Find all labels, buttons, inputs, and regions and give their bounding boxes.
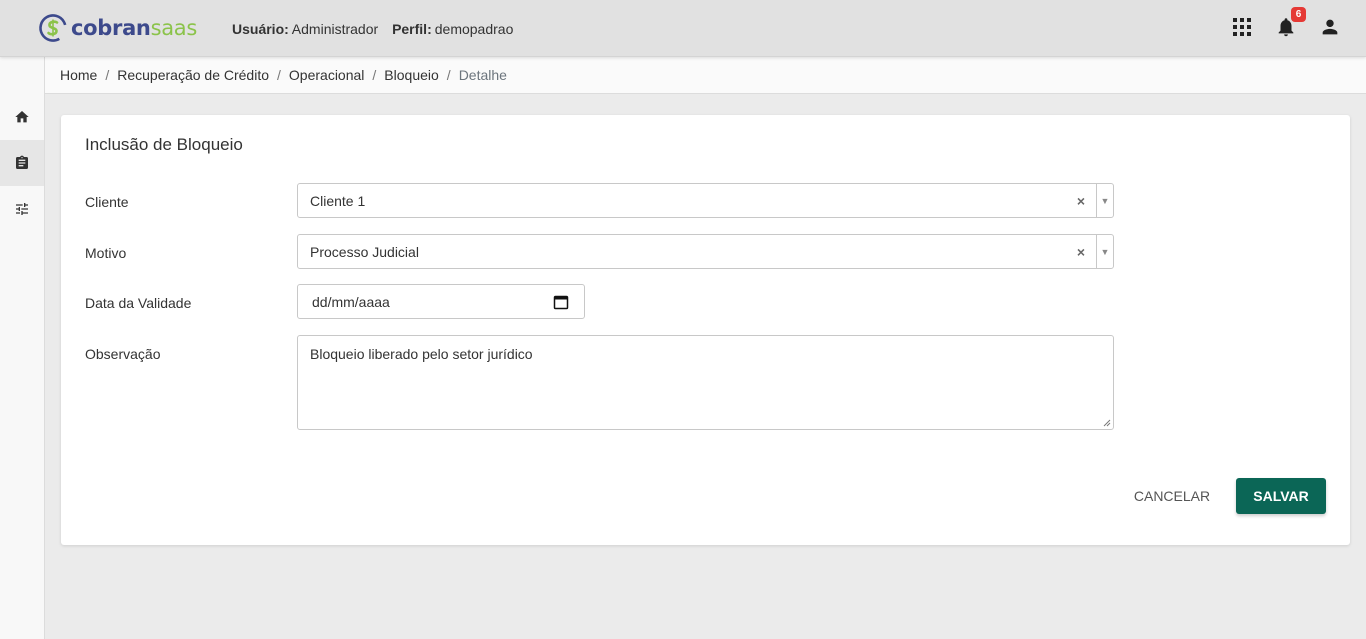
- apps-grid-button[interactable]: [1230, 15, 1254, 39]
- notifications-button[interactable]: 6: [1274, 7, 1306, 39]
- cancel-button[interactable]: CANCELAR: [1129, 478, 1215, 514]
- breadcrumb: Home / Recuperação de Crédito / Operacio…: [45, 57, 1366, 94]
- motivo-dropdown-arrow-icon[interactable]: ▼: [1097, 247, 1113, 257]
- save-button[interactable]: SALVAR: [1236, 478, 1326, 514]
- sidebar: [0, 57, 45, 639]
- profile-value: demopadrao: [434, 21, 514, 37]
- user-info: Usuário: Administrador Perfil: demopadrao: [232, 21, 523, 37]
- settings-sliders-icon: [16, 203, 28, 215]
- cobransaas-logo-mark-icon: [39, 14, 67, 42]
- cliente-select-value: Cliente 1: [310, 192, 366, 209]
- user-account-icon: [1322, 19, 1338, 35]
- sidebar-item-settings[interactable]: [0, 186, 44, 232]
- breadcrumb-separator: /: [277, 67, 281, 83]
- observacao-textarea[interactable]: Bloqueio liberado pelo setor jurídico: [297, 335, 1114, 430]
- cliente-label: Cliente: [85, 194, 129, 210]
- cliente-dropdown-arrow-icon[interactable]: ▼: [1097, 196, 1113, 206]
- motivo-select-value: Processo Judicial: [310, 243, 419, 260]
- form-card: Inclusão de Bloqueio Cliente Cliente 1 ×…: [61, 115, 1350, 545]
- observacao-text: Bloqueio liberado pelo setor jurídico: [310, 346, 533, 362]
- home-icon: [15, 111, 29, 123]
- user-label: Usuário:: [232, 21, 289, 37]
- calendar-icon[interactable]: [553, 294, 569, 310]
- top-icons: 6: [1230, 7, 1342, 39]
- logo-text: cobransaas: [71, 16, 197, 40]
- cliente-clear-icon[interactable]: ×: [1072, 193, 1090, 209]
- page-title: Inclusão de Bloqueio: [85, 135, 243, 154]
- notification-count-badge: 6: [1291, 7, 1306, 22]
- cliente-select[interactable]: Cliente 1 × ▼: [297, 183, 1114, 218]
- breadcrumb-bloqueio[interactable]: Bloqueio: [384, 67, 439, 83]
- data-validade-value: dd/mm/aaaa: [312, 293, 390, 310]
- motivo-clear-icon[interactable]: ×: [1072, 244, 1090, 260]
- breadcrumb-operacional[interactable]: Operacional: [289, 67, 365, 83]
- breadcrumb-current-detalhe: Detalhe: [458, 67, 507, 83]
- profile-label: Perfil:: [392, 21, 432, 37]
- logo-text-part1: cobran: [71, 16, 151, 40]
- data-validade-input[interactable]: dd/mm/aaaa: [297, 284, 585, 319]
- breadcrumb-separator: /: [372, 67, 377, 83]
- sidebar-item-operacional[interactable]: [0, 140, 44, 186]
- resize-grip-icon[interactable]: [1103, 419, 1111, 427]
- user-account-button[interactable]: [1318, 15, 1342, 39]
- clipboard-icon: [16, 155, 28, 169]
- logo-text-part2: saas: [150, 16, 198, 40]
- cobransaas-logo[interactable]: cobransaas: [38, 12, 197, 44]
- breadcrumb-home[interactable]: Home: [60, 67, 97, 83]
- apps-grid-icon: [1233, 18, 1251, 36]
- data-validade-label: Data da Validade: [85, 295, 192, 311]
- sidebar-item-home[interactable]: [0, 94, 44, 140]
- user-value: Administrador: [291, 21, 379, 37]
- breadcrumb-separator: /: [105, 67, 110, 83]
- breadcrumb-separator: /: [446, 67, 451, 83]
- observacao-label: Observação: [85, 346, 161, 362]
- breadcrumb-recuperacao-credito[interactable]: Recuperação de Crédito: [117, 67, 269, 83]
- top-bar: cobransaas Usuário: Administrador Perfil:…: [0, 0, 1366, 57]
- motivo-label: Motivo: [85, 245, 127, 261]
- motivo-select[interactable]: Processo Judicial × ▼: [297, 234, 1114, 269]
